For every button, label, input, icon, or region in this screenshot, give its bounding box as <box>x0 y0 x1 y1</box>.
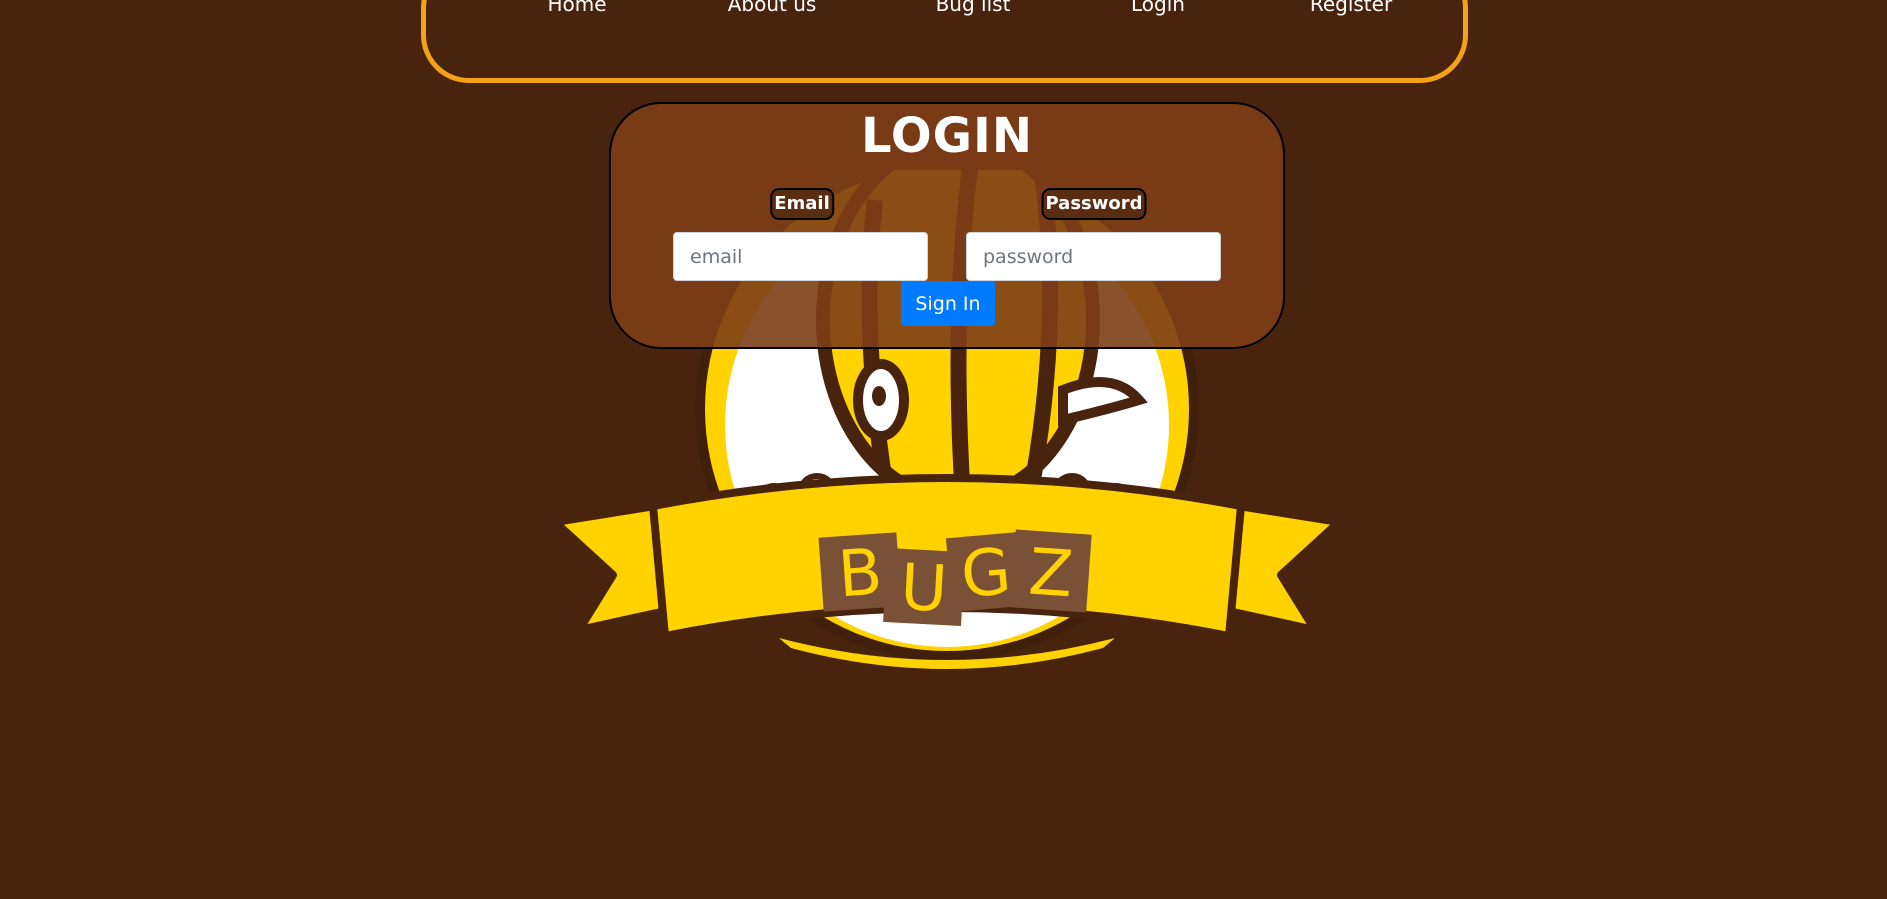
nav-about-link[interactable]: About us <box>728 0 817 16</box>
sign-in-button[interactable]: Sign In <box>901 281 995 326</box>
logo-letter-u: U <box>899 551 950 627</box>
logo-letter-g: G <box>958 535 1014 613</box>
top-navbar: Home About us Bug list Login Register <box>421 0 1468 83</box>
login-form: LOGIN Email Password Sign In <box>609 102 1285 349</box>
nav-register-link[interactable]: Register <box>1310 0 1392 16</box>
logo-letter-b: B <box>836 536 885 613</box>
nav-buglist-link[interactable]: Bug list <box>936 0 1011 16</box>
password-label: Password <box>1041 188 1147 220</box>
nav-home-link[interactable]: Home <box>547 0 606 16</box>
email-input[interactable] <box>673 232 928 281</box>
email-label: Email <box>770 188 834 220</box>
logo-letter-z: Z <box>1026 536 1075 613</box>
password-input[interactable] <box>966 232 1221 281</box>
page: Home About us Bug list Login Register B … <box>0 0 1887 899</box>
login-title: LOGIN <box>860 108 1034 164</box>
nav-login-link[interactable]: Login <box>1131 0 1185 16</box>
